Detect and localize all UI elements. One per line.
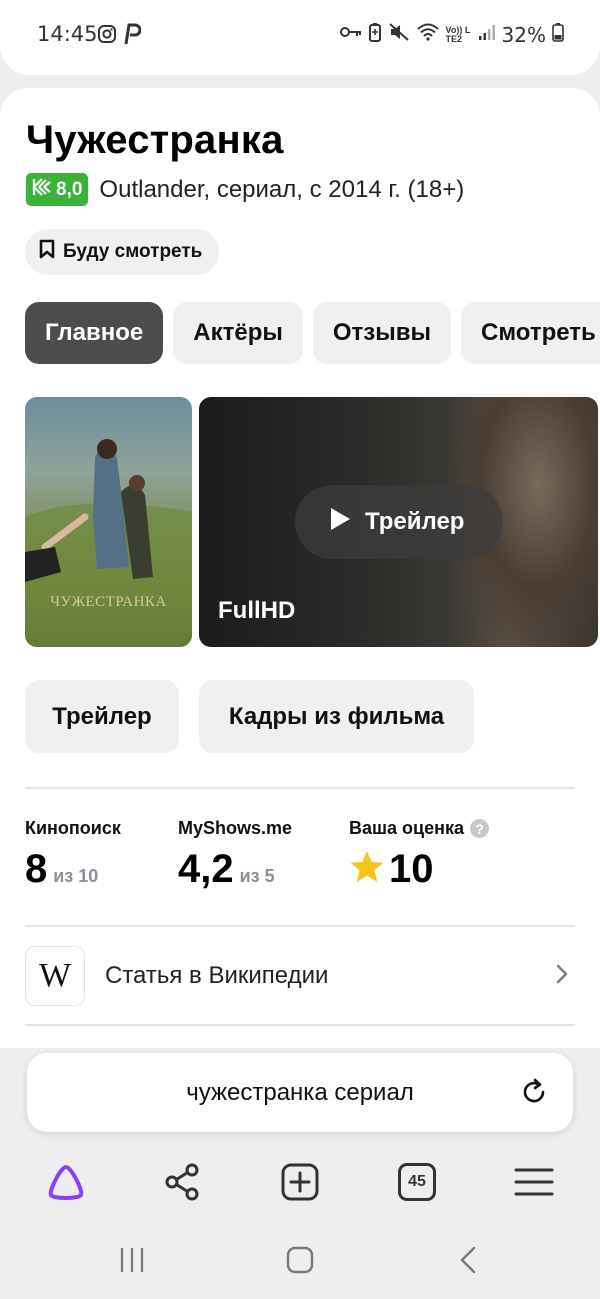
hamburger-menu-icon — [514, 1168, 554, 1196]
status-time: 14:45 — [37, 22, 98, 46]
watch-later-label: Буду смотреть — [63, 241, 203, 262]
score-source: Ваша оценка — [349, 818, 464, 838]
rating-row: 8,0 Outlander, сериал, с 2014 г. (18+) — [26, 173, 464, 206]
plus-square-icon — [281, 1163, 319, 1201]
recent-apps-button[interactable] — [112, 1242, 152, 1278]
poster-caption: ЧУЖЕСТРАНКА — [50, 594, 167, 610]
kinopoisk-rating-value: 8,0 — [56, 178, 83, 200]
new-tab-button[interactable] — [278, 1160, 322, 1204]
signal-icon — [478, 23, 496, 46]
film-card: Чужестранка 8,0 Outlander, сериал, с 201… — [0, 88, 600, 1048]
score-source: Кинопоиск — [25, 818, 121, 838]
score-kinopoisk: Кинопоиск 8 из 10 — [25, 818, 121, 892]
quality-label: FullHD — [218, 597, 296, 624]
menu-button[interactable] — [512, 1160, 556, 1204]
kinopoisk-rating-badge[interactable]: 8,0 — [26, 173, 89, 206]
back-button[interactable] — [448, 1242, 488, 1278]
watch-later-button[interactable]: Буду смотреть — [25, 229, 220, 275]
wifi-icon — [416, 22, 440, 47]
search-query: чужестранка сериал — [186, 1078, 414, 1106]
mute-icon — [388, 22, 410, 47]
bookmark-icon — [39, 239, 55, 265]
score-value: 8 — [25, 847, 48, 891]
score-myshows: MyShows.me 4,2 из 5 — [178, 818, 292, 892]
home-icon — [286, 1246, 314, 1274]
chevron-right-icon — [555, 963, 569, 990]
tab-main[interactable]: Главное — [25, 302, 164, 364]
tab-count-icon: 45 — [398, 1163, 436, 1201]
alice-assistant-button[interactable] — [44, 1160, 88, 1204]
instagram-icon — [97, 24, 117, 49]
tab-actors[interactable]: Актёры — [173, 302, 303, 364]
trailer-video[interactable]: Трейлер FullHD — [199, 397, 598, 647]
user-score-value: 10 — [389, 847, 434, 891]
browser-toolbar: 45 — [0, 1152, 600, 1212]
divider — [25, 925, 575, 927]
battery-saver-icon — [368, 22, 382, 47]
divider — [25, 787, 575, 789]
share-button[interactable] — [160, 1160, 204, 1204]
page-title: Чужестранка — [26, 118, 284, 162]
play-trailer-button[interactable]: Трейлер — [295, 485, 503, 559]
status-bar: 14:45 Vo)) LTE2 32% — [0, 0, 600, 75]
stills-chip[interactable]: Кадры из фильма — [199, 680, 474, 753]
tab-reviews[interactable]: Отзывы — [312, 302, 451, 364]
score-source: MyShows.me — [178, 818, 293, 838]
share-icon — [165, 1163, 199, 1201]
alice-icon — [48, 1165, 84, 1200]
volte-icon: Vo)) LTE2 — [445, 24, 471, 44]
reload-icon[interactable] — [519, 1077, 549, 1114]
tab-bar: Главное Актёры Отзывы Смотреть — [25, 302, 600, 364]
system-navigation-bar — [0, 1230, 600, 1290]
score-scale: из 5 — [239, 866, 275, 886]
score-scale: из 10 — [53, 866, 99, 886]
trailer-chip[interactable]: Трейлер — [25, 680, 179, 753]
p-app-icon — [123, 23, 142, 50]
wikipedia-logo-icon: W — [25, 946, 85, 1006]
battery-icon — [552, 22, 564, 47]
score-value: 4,2 — [178, 847, 234, 891]
tab-count: 45 — [408, 1173, 426, 1190]
play-icon — [329, 507, 351, 538]
address-search-bar[interactable]: чужестранка сериал — [27, 1053, 573, 1132]
recent-apps-icon — [120, 1248, 144, 1272]
back-icon — [460, 1246, 476, 1274]
star-icon — [349, 850, 385, 889]
tabs-button[interactable]: 45 — [395, 1160, 439, 1204]
divider — [25, 1024, 575, 1026]
score-user[interactable]: Ваша оценка ? 10 — [349, 818, 489, 892]
play-trailer-label: Трейлер — [365, 508, 465, 535]
film-subtitle: Outlander, сериал, с 2014 г. (18+) — [99, 175, 465, 203]
poster-image[interactable]: ЧУЖЕСТРАНКА — [25, 397, 192, 647]
kinopoisk-logo-icon — [32, 177, 52, 202]
wikipedia-link[interactable]: W Статья в Википедии — [25, 946, 575, 1006]
key-icon — [339, 25, 362, 44]
battery-percent: 32% — [501, 22, 546, 47]
tab-watch[interactable]: Смотреть — [460, 302, 600, 364]
home-button[interactable] — [280, 1242, 320, 1278]
wikipedia-label: Статья в Википедии — [105, 962, 329, 989]
help-icon[interactable]: ? — [470, 819, 489, 838]
